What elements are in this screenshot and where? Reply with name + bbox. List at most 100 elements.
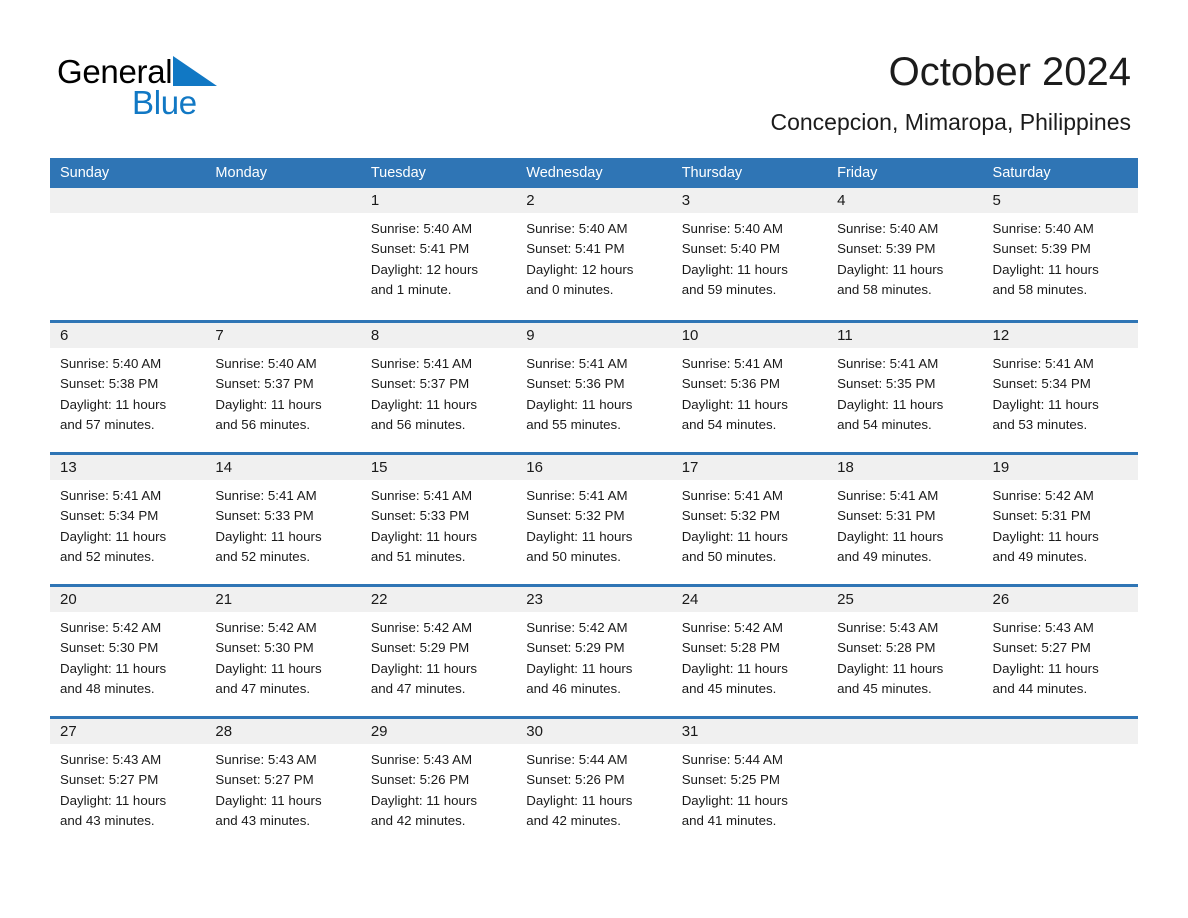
day-details: Sunrise: 5:41 AM Sunset: 5:34 PM Daylight:…	[983, 348, 1138, 435]
sunrise-text: Sunrise: 5:44 AM	[681, 752, 783, 767]
day-details: Sunrise: 5:41 AM Sunset: 5:36 PM Daylight:…	[516, 348, 671, 435]
calendar-day-cell[interactable]: 23 Sunrise: 5:42 AM Sunset: 5:29 PM Dayligh…	[516, 587, 672, 716]
calendar-day-cell[interactable]: 19 Sunrise: 5:42 AM Sunset: 5:31 PM Dayligh…	[982, 455, 1138, 584]
day-number: 23	[526, 591, 543, 608]
day-number-band: 23	[516, 587, 672, 612]
daylight-text-line1: Daylight: 11 hours	[370, 396, 478, 412]
calendar-day-cell[interactable]: 16 Sunrise: 5:41 AM Sunset: 5:32 PM Dayligh…	[516, 455, 672, 584]
sunset-text: Sunset: 5:31 PM	[837, 508, 936, 524]
daylight-text-line1: Daylight: 11 hours	[370, 528, 478, 544]
calendar-day-cell[interactable]: 31 Sunrise: 5:44 AM Sunset: 5:25 PM Dayligh…	[671, 719, 828, 848]
sunset-text: Sunset: 5:38 PM	[60, 376, 159, 392]
sunset-text: Sunset: 5:36 PM	[681, 376, 780, 392]
calendar-day-cell[interactable]: 26 Sunrise: 5:43 AM Sunset: 5:27 PM Dayligh…	[982, 587, 1138, 716]
day-details: Sunrise: 5:40 AM Sunset: 5:41 PM Daylight:…	[361, 213, 516, 300]
calendar-day-cell[interactable]: 1 Sunrise: 5:40 AM Sunset: 5:41 PM Daylight…	[360, 188, 517, 320]
day-number-band: 4	[827, 188, 983, 213]
calendar-day-cell[interactable]: 25 Sunrise: 5:43 AM Sunset: 5:28 PM Dayligh…	[827, 587, 983, 716]
sunrise-text: Sunrise: 5:43 AM	[992, 620, 1094, 635]
calendar-day-cell[interactable]: 11 Sunrise: 5:41 AM Sunset: 5:35 PM Dayligh…	[827, 323, 983, 452]
day-details: Sunrise: 5:41 AM Sunset: 5:33 PM Daylight:…	[361, 480, 516, 567]
sunrise-text: Sunrise: 5:41 AM	[992, 356, 1094, 371]
sunrise-text: Sunrise: 5:43 AM	[370, 752, 473, 767]
daylight-text-line1: Daylight: 11 hours	[370, 792, 478, 808]
calendar-day-cell[interactable]: 20 Sunrise: 5:42 AM Sunset: 5:30 PM Dayligh…	[50, 587, 206, 716]
calendar-day-cell[interactable]: 17 Sunrise: 5:41 AM Sunset: 5:32 PM Dayligh…	[671, 455, 828, 584]
day-number-band: 6	[50, 323, 206, 348]
calendar-day-cell[interactable]: 21 Sunrise: 5:42 AM Sunset: 5:30 PM Dayligh…	[205, 587, 361, 716]
calendar-day-cell[interactable]: 14 Sunrise: 5:41 AM Sunset: 5:33 PM Dayligh…	[205, 455, 361, 584]
calendar-grid: Sunday Monday Tuesday Wednesday Thursday…	[50, 158, 1138, 848]
sunrise-text: Sunrise: 5:41 AM	[681, 356, 783, 371]
calendar-day-cell[interactable]: 15 Sunrise: 5:41 AM Sunset: 5:33 PM Dayligh…	[360, 455, 517, 584]
day-number: 27	[60, 723, 77, 740]
calendar-day-cell[interactable]: 8 Sunrise: 5:41 AM Sunset: 5:37 PM Daylight…	[360, 323, 517, 452]
calendar-day-cell[interactable]: 3 Sunrise: 5:40 AM Sunset: 5:40 PM Daylight…	[671, 188, 828, 320]
day-number-band: 7	[205, 323, 361, 348]
day-details: Sunrise: 5:42 AM Sunset: 5:30 PM Daylight:…	[205, 612, 360, 699]
day-number-band: 26	[982, 587, 1138, 612]
calendar-day-cell[interactable]: 2 Sunrise: 5:40 AM Sunset: 5:41 PM Daylight…	[516, 188, 672, 320]
day-details: Sunrise: 5:42 AM Sunset: 5:31 PM Daylight:…	[983, 480, 1138, 567]
sunset-text: Sunset: 5:34 PM	[992, 376, 1091, 392]
day-details: Sunrise: 5:40 AM Sunset: 5:39 PM Daylight:…	[827, 213, 982, 300]
daylight-text-line2: and 50 minutes.	[681, 548, 777, 564]
sunrise-text: Sunrise: 5:42 AM	[681, 620, 783, 635]
weekday-header-row: Sunday Monday Tuesday Wednesday Thursday…	[50, 158, 1138, 188]
daylight-text-line2: and 57 minutes.	[60, 416, 155, 432]
weekday-header-friday: Friday	[837, 165, 878, 181]
day-number: 19	[992, 459, 1010, 476]
day-details: Sunrise: 5:41 AM Sunset: 5:31 PM Daylight:…	[827, 480, 982, 567]
day-number-band: 9	[516, 323, 672, 348]
daylight-text-line1: Daylight: 11 hours	[992, 396, 1099, 412]
sunset-text: Sunset: 5:31 PM	[992, 508, 1091, 524]
sunset-text: Sunset: 5:32 PM	[681, 508, 780, 524]
sunrise-text: Sunrise: 5:42 AM	[370, 620, 473, 635]
day-number: 9	[526, 327, 535, 344]
general-blue-logo[interactable]: General Blue	[57, 52, 218, 120]
daylight-text-line2: and 49 minutes.	[837, 548, 932, 564]
calendar-day-cell[interactable]: 30 Sunrise: 5:44 AM Sunset: 5:26 PM Dayligh…	[516, 719, 672, 848]
calendar-day-cell[interactable]: 18 Sunrise: 5:41 AM Sunset: 5:31 PM Dayligh…	[827, 455, 983, 584]
sunrise-text: Sunrise: 5:41 AM	[370, 488, 473, 503]
daylight-text-line2: and 1 minute.	[370, 281, 452, 297]
day-number: 18	[837, 459, 854, 476]
calendar-day-cell[interactable]: 22 Sunrise: 5:42 AM Sunset: 5:29 PM Dayligh…	[360, 587, 517, 716]
day-number-band	[205, 188, 361, 213]
daylight-text-line2: and 56 minutes.	[370, 416, 466, 432]
day-details: Sunrise: 5:40 AM Sunset: 5:39 PM Daylight:…	[983, 213, 1138, 300]
calendar-week-row: 20 Sunrise: 5:42 AM Sunset: 5:30 PM Dayligh…	[50, 584, 1138, 716]
day-number-band: 17	[671, 455, 828, 480]
calendar-day-cell[interactable]: 6 Sunrise: 5:40 AM Sunset: 5:38 PM Daylight…	[50, 323, 206, 452]
daylight-text-line2: and 43 minutes.	[60, 812, 155, 828]
day-number: 10	[681, 327, 699, 344]
calendar-day-cell[interactable]: 13 Sunrise: 5:41 AM Sunset: 5:34 PM Dayligh…	[50, 455, 206, 584]
day-number-band: 5	[982, 188, 1138, 213]
day-details: Sunrise: 5:41 AM Sunset: 5:32 PM Daylight:…	[672, 480, 827, 567]
calendar-day-cell-empty	[827, 719, 983, 848]
calendar-day-cell[interactable]: 4 Sunrise: 5:40 AM Sunset: 5:39 PM Daylight…	[827, 188, 983, 320]
calendar-page: General Blue October 2024 Concepcion, Mi…	[0, 0, 1188, 918]
day-number-band: 13	[50, 455, 206, 480]
calendar-day-cell[interactable]: 24 Sunrise: 5:42 AM Sunset: 5:28 PM Dayligh…	[671, 587, 828, 716]
calendar-day-cell[interactable]: 5 Sunrise: 5:40 AM Sunset: 5:39 PM Daylight…	[982, 188, 1138, 320]
calendar-day-cell[interactable]: 10 Sunrise: 5:41 AM Sunset: 5:36 PM Dayligh…	[671, 323, 828, 452]
calendar-day-cell[interactable]: 27 Sunrise: 5:43 AM Sunset: 5:27 PM Dayligh…	[50, 719, 206, 848]
calendar-day-cell[interactable]: 9 Sunrise: 5:41 AM Sunset: 5:36 PM Daylight…	[516, 323, 672, 452]
sunset-text: Sunset: 5:36 PM	[526, 376, 625, 392]
day-details	[983, 744, 1138, 750]
daylight-text-line2: and 45 minutes.	[681, 680, 777, 696]
weekday-header-thursday: Thursday	[681, 165, 743, 181]
day-details: Sunrise: 5:43 AM Sunset: 5:27 PM Daylight:…	[205, 744, 360, 831]
calendar-day-cell[interactable]: 7 Sunrise: 5:40 AM Sunset: 5:37 PM Daylight…	[205, 323, 361, 452]
sunset-text: Sunset: 5:39 PM	[837, 241, 936, 257]
daylight-text-line1: Daylight: 11 hours	[526, 660, 633, 676]
day-number: 13	[60, 459, 77, 476]
calendar-day-cell[interactable]: 28 Sunrise: 5:43 AM Sunset: 5:27 PM Dayligh…	[205, 719, 361, 848]
daylight-text-line2: and 48 minutes.	[60, 680, 155, 696]
calendar-day-cell[interactable]: 29 Sunrise: 5:43 AM Sunset: 5:26 PM Dayligh…	[360, 719, 517, 848]
day-number: 22	[370, 591, 388, 608]
calendar-day-cell[interactable]: 12 Sunrise: 5:41 AM Sunset: 5:34 PM Dayligh…	[982, 323, 1138, 452]
sunrise-text: Sunrise: 5:40 AM	[992, 221, 1094, 236]
day-details: Sunrise: 5:40 AM Sunset: 5:40 PM Daylight:…	[672, 213, 827, 300]
